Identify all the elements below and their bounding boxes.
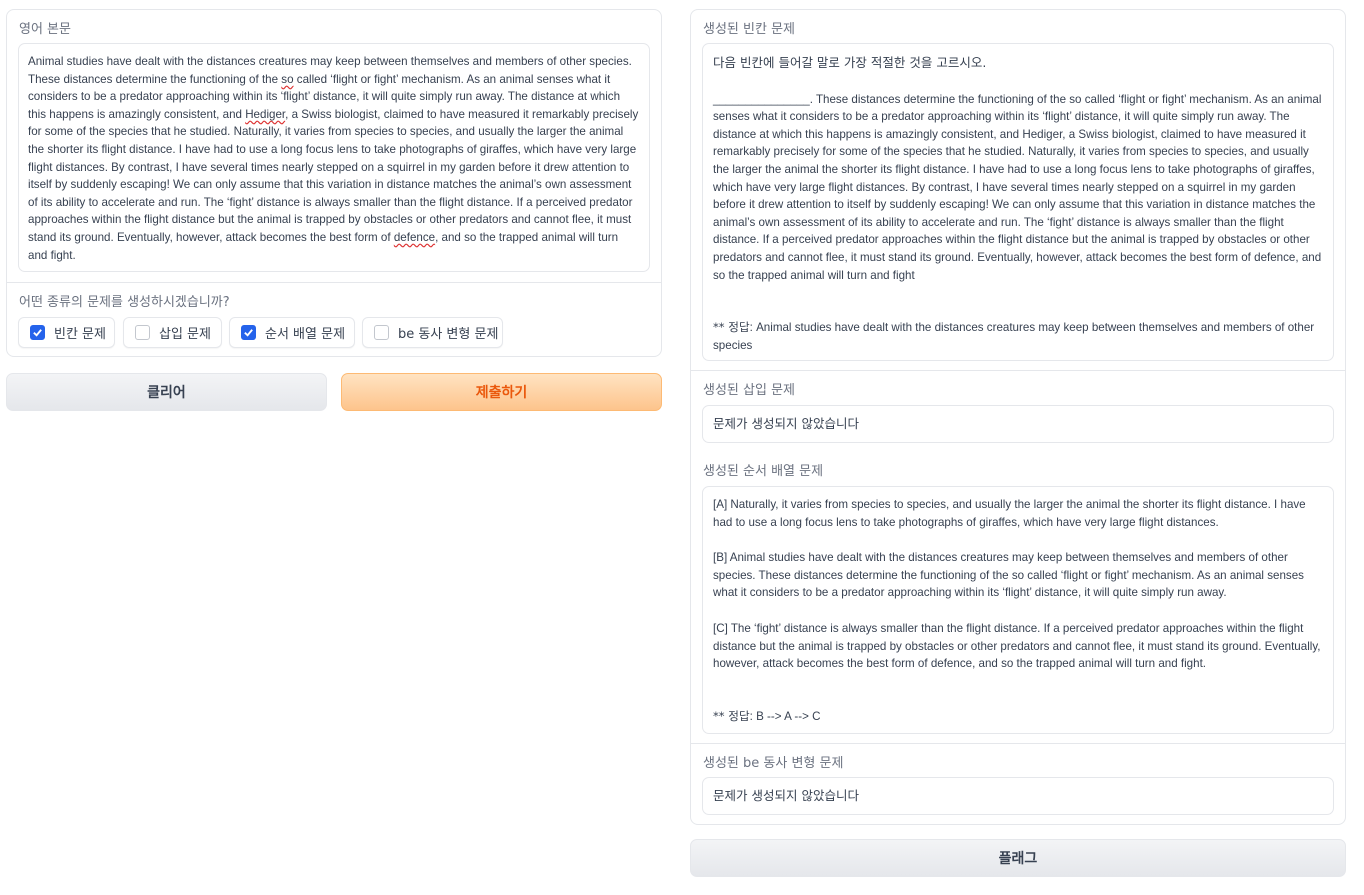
divider (691, 370, 1345, 371)
be-verb-question-label: 생성된 be 동사 변형 문제 (703, 756, 844, 771)
question-type-label: 어떤 종류의 문제를 생성하시겠습니까? (19, 295, 230, 310)
checkbox-unchecked-icon[interactable] (374, 325, 389, 340)
checkbox-unchecked-icon[interactable] (135, 325, 150, 340)
option-label: 순서 배열 문제 (265, 327, 346, 342)
ordering-question-output[interactable]: [A] Naturally, it varies from species to… (702, 486, 1334, 734)
blank-question-output[interactable]: 다음 빈칸에 들어갈 말로 가장 적절한 것을 고르시오. __________… (702, 43, 1334, 361)
be-verb-result: 문제가 생성되지 않았습니다 (713, 788, 859, 803)
blank-passage: _______________. These distances determi… (713, 92, 1322, 282)
submit-button[interactable]: 제출하기 (341, 373, 662, 411)
source-text: Animal studies have dealt with the dista… (28, 55, 639, 262)
option-ordering-question[interactable]: 순서 배열 문제 (229, 317, 355, 348)
insertion-question-label: 생성된 삽입 문제 (703, 383, 795, 398)
source-text-label: 영어 본문 (19, 22, 71, 37)
option-be-verb-question[interactable]: be 동사 변형 문제 (362, 317, 503, 348)
blank-answer: ** 정답: Animal studies have dealt with th… (713, 320, 1315, 352)
blank-instruction: 다음 빈칸에 들어갈 말로 가장 적절한 것을 고르시오. (713, 55, 987, 70)
checkbox-checked-icon[interactable] (30, 325, 45, 340)
be-verb-question-output[interactable]: 문제가 생성되지 않았습니다 (702, 777, 1334, 815)
flag-button[interactable]: 플래그 (690, 839, 1346, 877)
ordering-answer: ** 정답: B --> A --> C (713, 708, 821, 723)
checkbox-checked-icon[interactable] (241, 325, 256, 340)
blank-question-label: 생성된 빈칸 문제 (703, 22, 795, 37)
divider (691, 743, 1345, 744)
option-label: 빈칸 문제 (54, 327, 106, 342)
option-insertion-question[interactable]: 삽입 문제 (123, 317, 222, 348)
insertion-result: 문제가 생성되지 않았습니다 (713, 416, 859, 431)
option-blank-question[interactable]: 빈칸 문제 (18, 317, 115, 348)
divider (7, 282, 661, 283)
ordering-question-label: 생성된 순서 배열 문제 (703, 464, 824, 479)
ordering-paragraph-b: [B] Animal studies have dealt with the d… (713, 551, 1304, 600)
option-label: 삽입 문제 (159, 327, 211, 342)
ordering-paragraph-a: [A] Naturally, it varies from species to… (713, 498, 1306, 529)
option-label: be 동사 변형 문제 (398, 327, 499, 342)
source-text-area[interactable]: Animal studies have dealt with the dista… (18, 43, 650, 272)
insertion-question-output[interactable]: 문제가 생성되지 않았습니다 (702, 405, 1334, 443)
ordering-paragraph-c: [C] The ‘fight’ distance is always small… (713, 621, 1321, 671)
clear-button[interactable]: 클리어 (6, 373, 327, 411)
